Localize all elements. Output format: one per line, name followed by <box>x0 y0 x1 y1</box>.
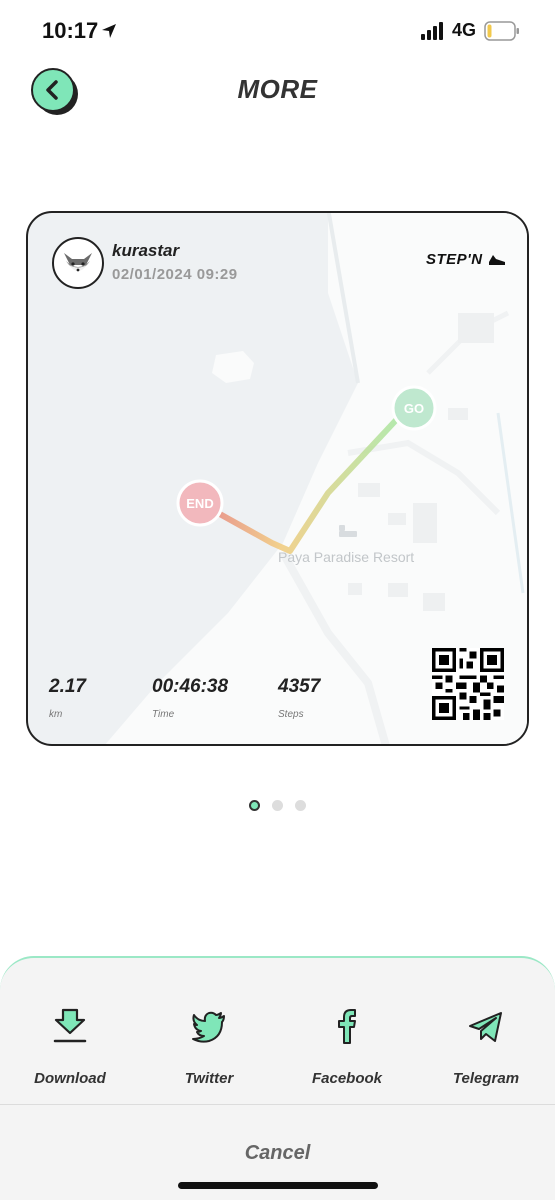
home-indicator <box>178 1182 378 1189</box>
username: kurastar <box>112 241 180 260</box>
fox-avatar-icon <box>64 253 92 272</box>
twitter-icon <box>192 1011 225 1043</box>
time-unit: Time <box>152 709 175 720</box>
download-label: Download <box>34 1070 106 1087</box>
time-value: 00:46:38 <box>152 676 229 697</box>
go-marker-label: GO <box>404 401 424 416</box>
facebook-button[interactable]: Facebook <box>287 1000 407 1095</box>
battery-icon <box>484 21 519 41</box>
status-bar: 10:17 4G <box>0 0 555 60</box>
activity-datetime: 02/01/2024 09:29 <box>112 266 238 283</box>
qr-code <box>432 648 504 720</box>
facebook-icon <box>338 1009 356 1044</box>
telegram-label: Telegram <box>452 1070 520 1087</box>
location-arrow-icon <box>102 24 116 38</box>
steps-unit: Steps <box>278 709 304 720</box>
status-time: 10:17 <box>42 18 99 43</box>
signal-bars-icon <box>421 22 443 40</box>
twitter-button[interactable]: Twitter <box>149 1000 269 1095</box>
twitter-label: Twitter <box>184 1070 234 1087</box>
telegram-icon <box>469 1012 502 1042</box>
avatar <box>52 237 104 289</box>
go-marker: GO <box>391 385 437 431</box>
sheet-divider <box>0 1104 555 1105</box>
network-type: 4G <box>452 20 477 40</box>
page-dot-1[interactable] <box>248 800 260 811</box>
download-icon <box>53 1008 87 1043</box>
shoe-icon <box>489 255 505 265</box>
facebook-label: Facebook <box>311 1070 383 1087</box>
share-card: Paya Paradise Resort END GO kurastar 02/… <box>26 211 529 746</box>
download-button[interactable]: Download <box>10 1000 130 1095</box>
distance-unit: km <box>49 709 63 720</box>
brand-logo: STEP'N <box>426 251 483 268</box>
telegram-button[interactable]: Telegram <box>426 1000 546 1095</box>
page-title: MORE <box>237 74 318 104</box>
page-indicator <box>0 800 555 812</box>
steps-value: 4357 <box>278 676 321 697</box>
end-marker-label: END <box>186 496 213 511</box>
page-dot-3[interactable] <box>295 800 307 811</box>
place-label: Paya Paradise Resort <box>278 549 414 565</box>
end-marker: END <box>176 479 224 527</box>
page-dot-2[interactable] <box>272 800 283 811</box>
cancel-button[interactable]: Cancel <box>0 1130 555 1176</box>
distance-value: 2.17 <box>49 676 86 697</box>
